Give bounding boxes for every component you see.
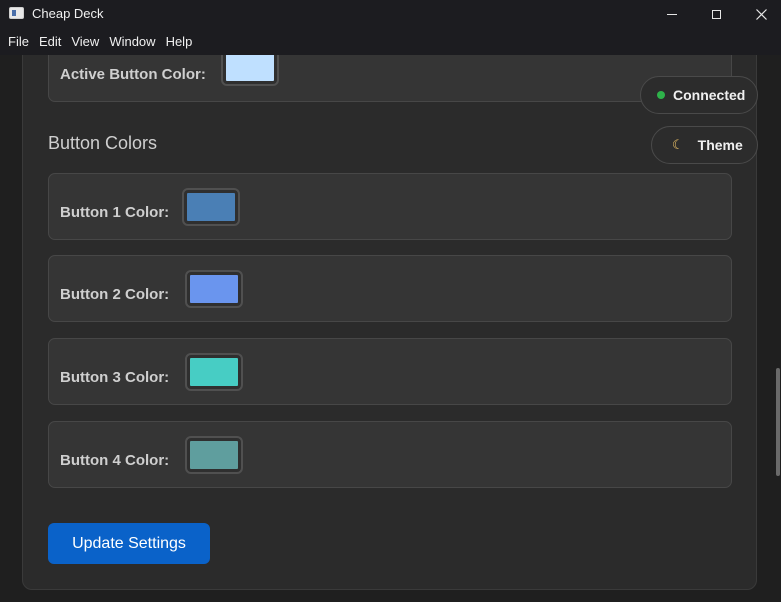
menu-edit[interactable]: Edit	[39, 34, 61, 49]
menu-view[interactable]: View	[71, 34, 99, 49]
active-color-swatch[interactable]	[221, 55, 279, 86]
section-title: Button Colors	[48, 133, 158, 153]
window-title: Cheap Deck	[32, 6, 104, 21]
active-color-fill	[226, 55, 274, 81]
scrollbar-thumb[interactable]	[776, 368, 780, 476]
button-3-row: Button 3 Color:	[48, 338, 732, 405]
button-1-fill	[187, 193, 235, 221]
maximize-button[interactable]	[693, 0, 739, 28]
connection-status[interactable]: Connected	[640, 76, 758, 114]
button-4-swatch[interactable]	[185, 436, 243, 474]
close-icon	[755, 8, 767, 20]
theme-label: Theme	[697, 137, 743, 153]
button-2-row: Button 2 Color:	[48, 255, 732, 322]
settings-content[interactable]: Active Button Color: Button Colors Butto…	[0, 55, 781, 602]
minimize-button[interactable]	[649, 0, 695, 28]
menu-help[interactable]: Help	[166, 34, 193, 49]
button-1-row: Button 1 Color:	[48, 173, 732, 240]
menu-bar: File Edit View Window Help	[0, 28, 781, 55]
menu-file[interactable]: File	[8, 34, 29, 49]
button-4-fill	[190, 441, 238, 469]
button-3-fill	[190, 358, 238, 386]
button-1-swatch[interactable]	[182, 188, 240, 226]
status-dot-icon	[657, 91, 665, 99]
close-button[interactable]	[738, 0, 781, 28]
scrollbar-track[interactable]	[773, 55, 781, 602]
button-4-label: Button 4 Color:	[60, 452, 170, 469]
button-4-row: Button 4 Color:	[48, 421, 732, 488]
active-color-row: Active Button Color:	[48, 55, 732, 102]
button-3-swatch[interactable]	[185, 353, 243, 391]
update-settings-button[interactable]: Update Settings	[48, 523, 210, 564]
moon-icon: ☾	[672, 137, 684, 152]
theme-toggle-button[interactable]: ☾ Theme	[651, 126, 758, 164]
button-2-fill	[190, 275, 238, 303]
app-icon	[9, 7, 24, 19]
active-color-label: Active Button Color:	[60, 66, 206, 83]
button-2-label: Button 2 Color:	[60, 286, 170, 303]
button-1-label: Button 1 Color:	[60, 204, 170, 221]
title-bar: Cheap Deck	[0, 0, 781, 28]
menu-window[interactable]: Window	[109, 34, 155, 49]
status-label: Connected	[673, 87, 746, 103]
button-2-swatch[interactable]	[185, 270, 243, 308]
button-3-label: Button 3 Color:	[60, 369, 170, 386]
